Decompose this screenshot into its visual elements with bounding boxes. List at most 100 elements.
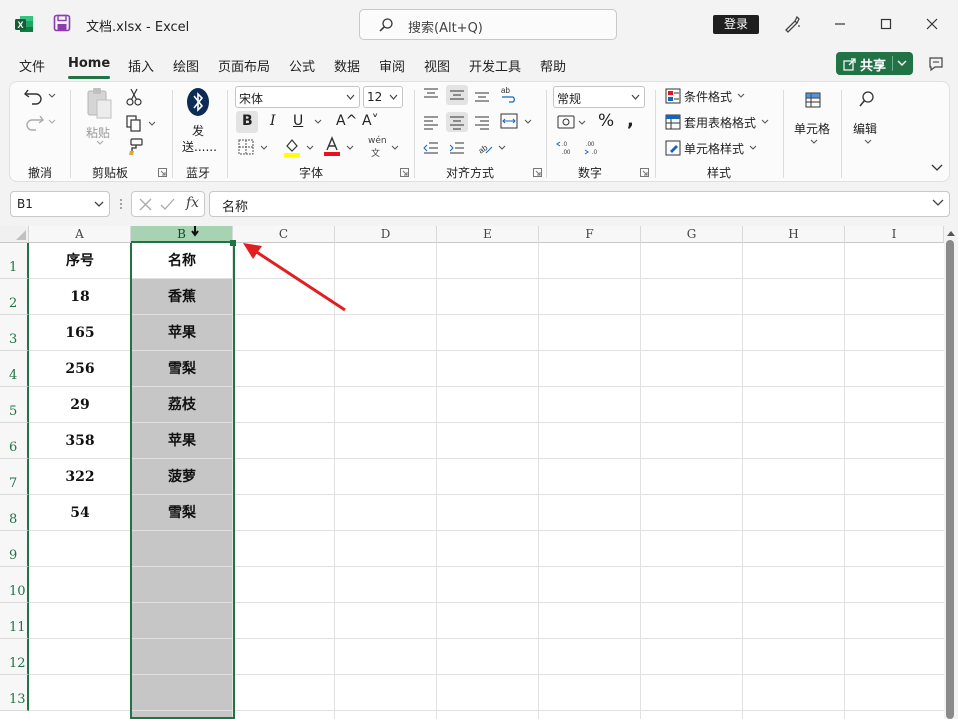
cell-a2[interactable]: 18	[29, 279, 131, 315]
search-icon[interactable]	[858, 90, 876, 108]
designer-pen-icon[interactable]	[782, 14, 802, 34]
cell-a8[interactable]: 54	[29, 495, 131, 531]
bluetooth-icon[interactable]	[186, 87, 210, 117]
undo-dropdown-icon[interactable]	[48, 93, 56, 99]
dialog-launcher-icon[interactable]	[400, 168, 409, 177]
fill-handle[interactable]	[230, 240, 236, 246]
column-header-e[interactable]: E	[437, 226, 539, 243]
row-header-6[interactable]: 6	[0, 423, 29, 459]
worksheet-grid[interactable]: ABCDEFGHI 1 2 3 4 5 6 7 8 9 10 11 12 13 序号 18 165 256 29…	[0, 226, 958, 719]
orientation-icon[interactable]: ab	[476, 138, 494, 156]
conditional-format-button[interactable]: 条件格式	[684, 88, 732, 105]
cell-a4[interactable]: 256	[29, 351, 131, 387]
copy-dropdown-icon[interactable]	[148, 121, 156, 127]
column-header-b[interactable]: B	[131, 226, 233, 243]
font-color-dropdown-icon[interactable]	[346, 145, 354, 151]
fill-color-icon[interactable]	[283, 137, 301, 157]
insert-function-button[interactable]: fx	[186, 195, 199, 211]
redo-icon[interactable]	[23, 113, 45, 131]
tab-home[interactable]: Home	[68, 56, 110, 71]
font-size-select[interactable]: 12	[363, 86, 403, 108]
row-header-12[interactable]: 12	[0, 639, 29, 675]
chevron-down-icon[interactable]	[749, 145, 757, 151]
comma-style-button[interactable]: ,	[627, 110, 634, 131]
undo-icon[interactable]	[23, 87, 45, 105]
ribbon-expand-icon[interactable]	[931, 164, 943, 172]
paste-dropdown-icon[interactable]	[96, 140, 104, 146]
underline-dropdown-icon[interactable]	[314, 119, 322, 125]
bluetooth-send-label-2[interactable]: 送......	[182, 138, 217, 155]
scroll-up-icon[interactable]	[946, 229, 956, 237]
comments-icon[interactable]	[927, 55, 945, 73]
row-header-5[interactable]: 5	[0, 387, 29, 423]
column-header-h[interactable]: H	[743, 226, 845, 243]
tab-insert[interactable]: 插入	[128, 56, 154, 75]
tab-review[interactable]: 审阅	[379, 56, 405, 75]
align-left-icon[interactable]	[423, 114, 439, 130]
cell-a6[interactable]: 358	[29, 423, 131, 459]
row-header-9[interactable]: 9	[0, 531, 29, 567]
chevron-down-icon[interactable]	[761, 119, 769, 125]
align-bottom-icon[interactable]	[474, 87, 490, 103]
font-name-select[interactable]: 宋体	[235, 86, 360, 108]
dialog-launcher-icon[interactable]	[158, 168, 167, 177]
tab-file[interactable]: 文件	[19, 56, 45, 75]
row-header-13[interactable]: 13	[0, 675, 29, 711]
cell-a3[interactable]: 165	[29, 315, 131, 351]
format-as-table-icon[interactable]	[665, 114, 681, 130]
cell-a1[interactable]: 序号	[29, 243, 131, 279]
tab-draw[interactable]: 绘图	[173, 56, 199, 75]
chevron-down-icon[interactable]	[864, 139, 872, 145]
align-center-icon[interactable]	[449, 114, 465, 130]
share-button[interactable]: 共享	[836, 52, 913, 75]
font-color-icon[interactable]	[323, 136, 341, 156]
save-icon[interactable]	[53, 14, 71, 32]
row-header-3[interactable]: 3	[0, 315, 29, 351]
select-all-corner[interactable]	[0, 226, 29, 243]
fill-color-dropdown-icon[interactable]	[306, 145, 314, 151]
column-header-g[interactable]: G	[641, 226, 743, 243]
row-header-2[interactable]: 2	[0, 279, 29, 315]
increase-indent-icon[interactable]	[449, 140, 465, 156]
row-header-8[interactable]: 8	[0, 495, 29, 531]
row-header-10[interactable]: 10	[0, 567, 29, 603]
format-as-table-button[interactable]: 套用表格格式	[684, 114, 756, 131]
formula-bar-grip-icon[interactable]	[119, 198, 123, 210]
copy-icon[interactable]	[125, 114, 143, 132]
conditional-format-icon[interactable]	[665, 88, 681, 104]
scrollbar-thumb[interactable]	[946, 240, 954, 719]
paste-label[interactable]: 粘贴	[86, 124, 110, 141]
number-format-select[interactable]: 常规	[553, 86, 645, 108]
cell-styles-button[interactable]: 单元格样式	[684, 140, 744, 157]
vertical-scrollbar[interactable]	[944, 226, 958, 719]
tab-view[interactable]: 视图	[424, 56, 450, 75]
tab-page-layout[interactable]: 页面布局	[218, 56, 270, 75]
currency-icon[interactable]	[557, 115, 575, 129]
phonetic-bottom[interactable]: 文	[371, 146, 380, 159]
borders-icon[interactable]	[238, 139, 254, 155]
shrink-font-button[interactable]: A˅	[362, 113, 379, 129]
cells-icon[interactable]	[804, 91, 822, 109]
column-header-a[interactable]: A	[29, 226, 131, 243]
minimize-icon[interactable]	[828, 12, 852, 36]
cell-a7[interactable]: 322	[29, 459, 131, 495]
name-box[interactable]: B1	[10, 191, 110, 217]
search-box[interactable]: 搜索(Alt+Q)	[359, 9, 617, 40]
tab-formulas[interactable]: 公式	[289, 56, 315, 75]
cancel-icon[interactable]	[139, 198, 152, 211]
wrap-text-icon[interactable]: ab	[500, 85, 518, 103]
format-painter-icon[interactable]	[125, 138, 143, 156]
align-top-icon[interactable]	[423, 87, 439, 103]
currency-dropdown-icon[interactable]	[578, 120, 586, 126]
decrease-indent-icon[interactable]	[423, 140, 439, 156]
row-header-11[interactable]: 11	[0, 603, 29, 639]
decrease-decimal-icon[interactable]: .00.0	[584, 139, 604, 155]
increase-decimal-icon[interactable]: .0.00	[556, 139, 576, 155]
italic-button[interactable]: I	[270, 113, 276, 129]
bold-button[interactable]: B	[242, 113, 253, 129]
tab-data[interactable]: 数据	[334, 56, 360, 75]
row-header-1[interactable]: 1	[0, 243, 29, 279]
chevron-down-icon[interactable]	[897, 60, 907, 67]
tab-help[interactable]: 帮助	[540, 56, 566, 75]
cells-button[interactable]: 单元格	[794, 120, 830, 137]
